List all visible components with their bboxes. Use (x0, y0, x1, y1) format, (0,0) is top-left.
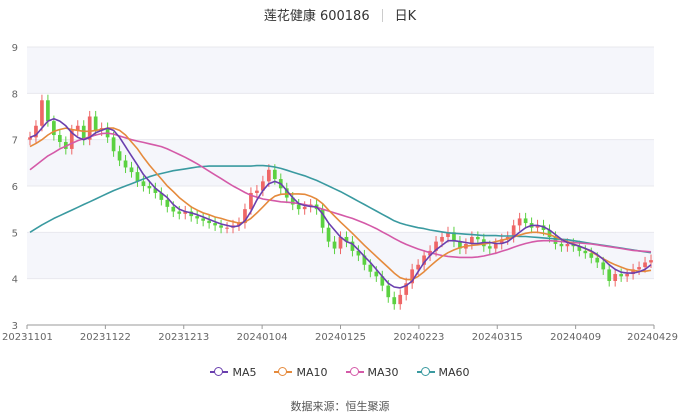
candle-body (117, 151, 122, 161)
candle-body (129, 167, 134, 173)
legend-label: MA10 (296, 366, 328, 379)
candle-body (613, 274, 618, 281)
candle-body (111, 137, 116, 152)
grid-band (27, 186, 654, 233)
candle-body (386, 285, 391, 298)
candle-body (177, 211, 182, 214)
grid-bands (27, 46, 654, 326)
legend-marker-icon (345, 367, 364, 377)
x-tick-label: 20240409 (550, 332, 601, 343)
x-tick-label: 20240429 (627, 332, 678, 343)
candle-body (332, 241, 337, 249)
candle-body (607, 269, 612, 281)
y-tick-label: 8 (12, 89, 18, 100)
candle-body (475, 236, 480, 240)
candle-body (589, 253, 594, 258)
candle-body (368, 264, 373, 272)
candle-body (637, 267, 641, 270)
legend-item-ma60[interactable]: MA60 (416, 366, 470, 379)
candle-body (523, 218, 528, 224)
y-tick-label: 7 (12, 136, 18, 147)
candle-body (207, 220, 211, 224)
y-tick-label: 9 (12, 43, 18, 54)
y-axis-labels: 3 4 5 6 7 8 9 (12, 43, 18, 332)
candle-body (595, 257, 600, 263)
candle-body (195, 216, 200, 219)
x-tick-label: 20240315 (472, 332, 523, 343)
candle-body (625, 274, 629, 277)
candle-body (619, 274, 624, 277)
x-tick-label: 20231101 (2, 332, 53, 343)
grid-band (27, 93, 654, 140)
candle-body (517, 218, 522, 226)
legend-item-ma5[interactable]: MA5 (210, 366, 256, 379)
legend-item-ma30[interactable]: MA30 (345, 366, 399, 379)
x-tick-label: 20231122 (80, 332, 131, 343)
legend-marker-icon (210, 367, 229, 377)
candle-body (201, 218, 206, 221)
grid-band (27, 47, 654, 94)
candle-body (326, 227, 331, 242)
candle-body (487, 246, 492, 249)
candle-body (565, 243, 570, 247)
candle-body (559, 243, 564, 247)
candle-body (46, 100, 50, 122)
candle-body (225, 227, 229, 229)
candle-body (123, 160, 128, 168)
candle-body (398, 294, 403, 305)
candle-body (272, 169, 277, 180)
x-tick-label: 20231213 (158, 332, 209, 343)
candle-body (493, 243, 498, 249)
x-tick-label: 20240104 (237, 332, 288, 343)
legend-marker-icon (274, 367, 293, 377)
candle-body (147, 186, 152, 189)
candle-body (601, 262, 606, 270)
y-tick-label: 3 (12, 321, 18, 332)
candle-body (165, 199, 170, 207)
candle-body (583, 250, 588, 254)
candle-body (255, 190, 259, 193)
grid-band (27, 278, 654, 325)
y-tick-label: 4 (12, 275, 18, 286)
candle-body (135, 172, 140, 182)
data-source: 数据来源：恒生聚源 (290, 400, 390, 413)
candle-body (266, 169, 271, 182)
candle-body (392, 297, 397, 305)
candle-body (643, 262, 647, 268)
candle-body (296, 204, 301, 210)
y-tick-label: 6 (12, 182, 18, 193)
candlestick-chart: 3 4 5 6 7 8 9 20231101 20231122 20231213 20240104… (2, 43, 678, 343)
candle-body (649, 260, 653, 263)
candle-body (93, 116, 98, 131)
candle-body (57, 135, 62, 142)
candle-body (302, 206, 307, 210)
legend: MA5 MA10 MA30 MA60 (0, 366, 680, 379)
candle-body (374, 271, 379, 277)
candle-body (213, 223, 217, 226)
y-tick-label: 5 (12, 228, 18, 239)
legend-marker-icon (416, 367, 435, 377)
grid-band (27, 139, 654, 186)
legend-label: MA60 (438, 366, 470, 379)
candle-body (219, 225, 223, 228)
x-axis-labels: 20231101 20231122 20231213 20240104 20240125… (2, 325, 678, 343)
legend-label: MA30 (367, 366, 399, 379)
candle-body (171, 206, 176, 212)
legend-label: MA5 (232, 366, 257, 379)
x-tick-label: 20240125 (315, 332, 366, 343)
candle-body (40, 100, 44, 126)
candle-body (440, 236, 444, 242)
legend-item-ma10[interactable]: MA10 (274, 366, 328, 379)
x-tick-label: 20240223 (393, 332, 444, 343)
candle-body (141, 181, 146, 186)
